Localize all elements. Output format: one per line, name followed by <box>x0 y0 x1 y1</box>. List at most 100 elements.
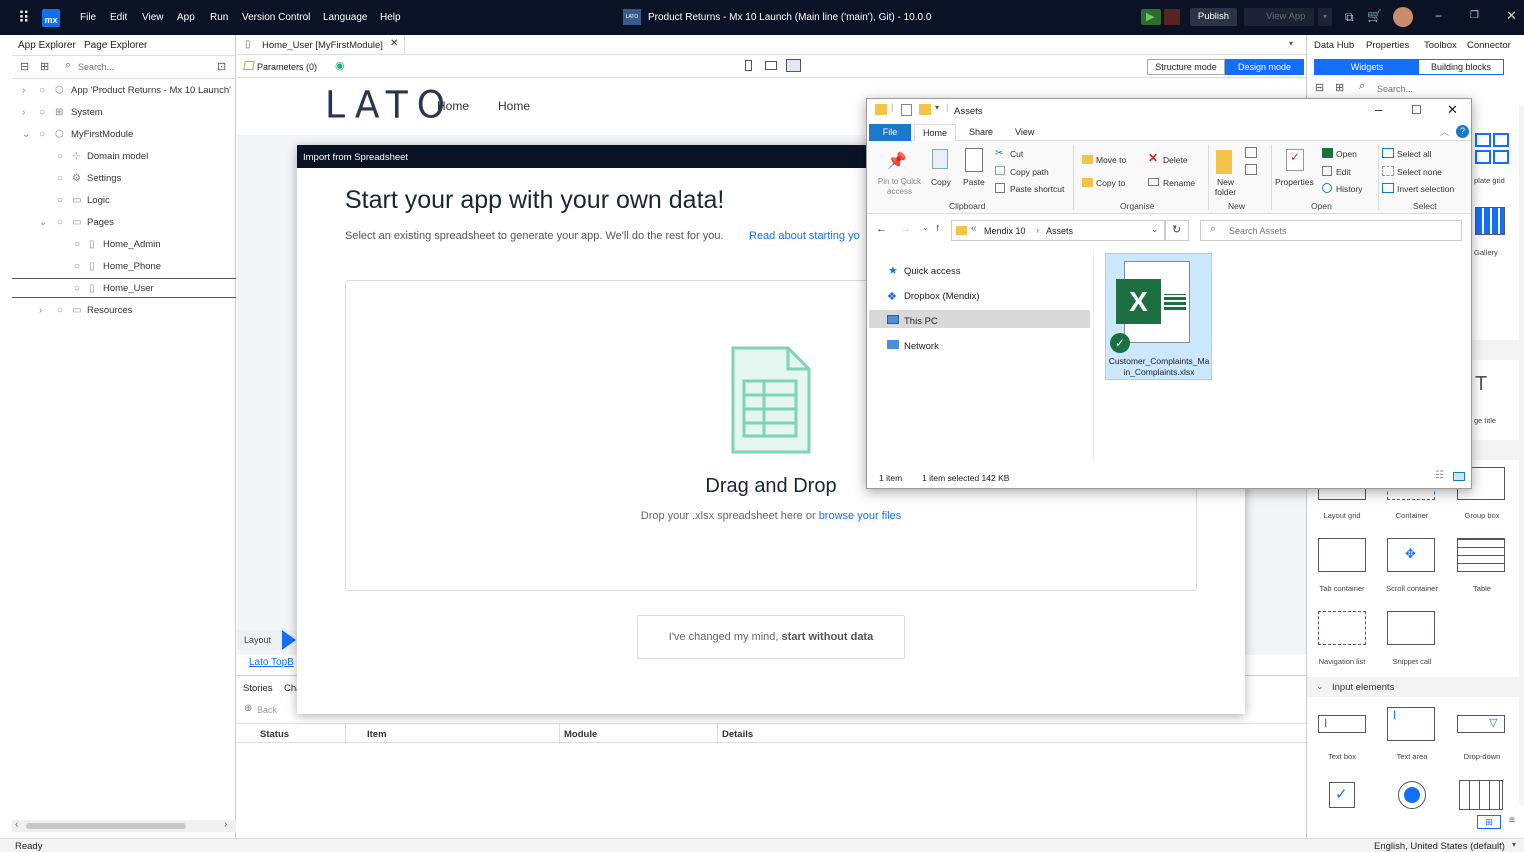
menu-help[interactable]: Help <box>380 12 401 23</box>
col-module[interactable]: Module <box>564 729 597 740</box>
col-item[interactable]: Item <box>367 729 387 740</box>
tab-container-icon[interactable] <box>1318 538 1366 572</box>
up-arrow-icon[interactable]: ↑ <box>935 222 941 234</box>
feedback-icon[interactable]: ⧉ <box>1345 10 1354 25</box>
template-grid-icon[interactable] <box>1475 133 1491 147</box>
address-dropdown-icon[interactable]: ⌄ <box>1151 224 1159 235</box>
copy-to-button[interactable]: Copy to <box>1096 178 1125 188</box>
tab-data-hub[interactable]: Data Hub <box>1314 40 1354 51</box>
maximize-icon[interactable]: ☐ <box>1411 103 1422 117</box>
copy-path-button[interactable]: Copy path <box>1010 167 1049 177</box>
large-icons-view-icon[interactable] <box>1453 472 1465 481</box>
eye-icon[interactable]: ◉ <box>335 59 345 72</box>
close-icon[interactable]: ✕ <box>1447 102 1458 118</box>
language-dropdown-icon[interactable]: ▾ <box>1512 840 1516 849</box>
menu-run[interactable]: Run <box>210 12 228 23</box>
restore-icon[interactable]: ❐ <box>1470 10 1479 21</box>
template-grid-icon[interactable] <box>1493 150 1509 164</box>
properties-button[interactable]: Properties <box>1275 177 1314 187</box>
tab-widgets[interactable]: Widgets <box>1315 60 1419 74</box>
run-button[interactable]: ▶ <box>1141 9 1161 25</box>
view-app-dropdown-icon[interactable]: ▾ <box>1318 8 1332 26</box>
help-icon[interactable]: ? <box>1456 125 1469 138</box>
back-button[interactable]: Back <box>257 705 277 715</box>
properties-qa-icon[interactable] <box>901 104 912 116</box>
expand-all-icon[interactable]: ⊞ <box>40 60 49 73</box>
search-assets-box[interactable]: ⌕ <box>1200 220 1462 241</box>
read-more-link[interactable]: Read about starting yo <box>749 230 860 242</box>
avatar[interactable] <box>1393 7 1413 27</box>
horizontal-scrollbar[interactable]: ‹ › <box>12 819 236 832</box>
layout-link[interactable]: Lato TopB <box>249 657 294 668</box>
col-details[interactable]: Details <box>722 729 753 740</box>
text-box-icon[interactable]: I <box>1318 715 1366 733</box>
parameters-button[interactable]: Parameters (0) <box>257 62 317 72</box>
cut-button[interactable]: Cut <box>1010 149 1023 159</box>
col-status[interactable]: Status <box>260 729 289 740</box>
browse-files-link[interactable]: browse your files <box>819 510 902 522</box>
tab-building-blocks[interactable]: Building blocks <box>1419 60 1503 74</box>
minimize-icon[interactable]: − <box>1435 9 1442 23</box>
history-button[interactable]: History <box>1336 184 1362 194</box>
close-tab-icon[interactable]: ✕ <box>390 38 398 49</box>
menu-view[interactable]: View <box>142 12 164 23</box>
menu-language[interactable]: Language <box>323 12 368 23</box>
copy-button[interactable]: Copy <box>931 177 951 187</box>
tab-app-explorer[interactable]: App Explorer <box>18 40 76 51</box>
template-grid-icon[interactable] <box>1493 133 1509 147</box>
pin-to-quick-access-button[interactable]: Pin to Quick access <box>872 177 927 197</box>
menu-version-control[interactable]: Version Control <box>242 12 310 23</box>
table-icon[interactable] <box>1457 538 1505 572</box>
navigation-list-icon[interactable] <box>1318 611 1366 645</box>
list-view-icon[interactable]: ≡ <box>1509 815 1515 826</box>
collapse-all-icon[interactable]: ⊟ <box>20 60 29 73</box>
nav-home-1[interactable]: Home <box>437 99 469 113</box>
nav-home-2[interactable]: Home <box>498 99 530 113</box>
close-icon[interactable]: ✕ <box>1506 8 1517 24</box>
nav-dropbox[interactable]: Dropbox (Mendix) <box>904 291 980 302</box>
refresh-button[interactable]: ↻ <box>1165 220 1189 241</box>
scrollbar-thumb[interactable] <box>26 823 186 829</box>
recent-dropdown-icon[interactable]: ⌄ <box>922 223 929 232</box>
ribbon-tab-share[interactable]: Share <box>969 127 993 137</box>
phone-view-icon[interactable] <box>745 60 752 71</box>
menu-file[interactable]: File <box>80 12 96 23</box>
open-button[interactable]: Open <box>1336 149 1357 159</box>
file-item-selected[interactable]: X ✓ Customer_Complaints_Main_Complaints.… <box>1105 253 1212 380</box>
expand-all-icon[interactable]: ⊞ <box>1335 81 1344 94</box>
rename-button[interactable]: Rename <box>1163 178 1195 188</box>
tab-connector[interactable]: Connector <box>1467 40 1511 51</box>
filter-icon[interactable]: ⊡ <box>217 60 226 73</box>
checkbox-icon[interactable]: ✓ <box>1329 782 1355 808</box>
forward-arrow-icon[interactable]: → <box>900 223 911 235</box>
delete-button[interactable]: Delete <box>1163 155 1188 165</box>
ribbon-tab-file[interactable]: File <box>869 124 911 141</box>
tab-home-user[interactable]: ▯ Home_User [MyFirstModule] ✕ <box>237 35 405 55</box>
scroll-right-icon[interactable]: › <box>224 819 227 830</box>
ribbon-tab-view[interactable]: View <box>1015 127 1034 137</box>
search-assets-input[interactable] <box>1229 224 1449 238</box>
explorer-search-input[interactable] <box>78 60 208 74</box>
easy-access-icon[interactable] <box>1245 164 1257 175</box>
menu-edit[interactable]: Edit <box>110 12 127 23</box>
language-selector[interactable]: English, United States (default) <box>1374 841 1505 852</box>
qa-dropdown-icon[interactable]: ▾ <box>935 103 939 112</box>
scroll-left-icon[interactable]: ‹ <box>15 819 18 830</box>
paste-button[interactable]: Paste <box>963 177 985 187</box>
minimize-icon[interactable]: – <box>1375 102 1382 117</box>
nav-this-pc[interactable]: This PC <box>904 316 938 327</box>
start-without-data-button[interactable]: I've changed my mind, start without data <box>637 615 905 659</box>
ribbon-tab-home[interactable]: Home <box>914 124 956 142</box>
collapse-all-icon[interactable]: ⊟ <box>1315 81 1324 94</box>
marketplace-icon[interactable]: 🛒 <box>1367 9 1382 23</box>
app-grid-icon[interactable]: ⠿ <box>18 8 30 28</box>
new-item-icon[interactable] <box>1245 147 1257 158</box>
template-grid-icon[interactable] <box>1475 150 1491 164</box>
collapse-ribbon-icon[interactable]: ︿ <box>1440 125 1449 138</box>
paste-shortcut-button[interactable]: Paste shortcut <box>1010 184 1064 194</box>
invert-selection-button[interactable]: Invert selection <box>1397 184 1454 194</box>
date-picker-icon[interactable] <box>1459 780 1503 810</box>
structure-mode-button[interactable]: Structure mode <box>1147 59 1225 75</box>
tab-page-explorer[interactable]: Page Explorer <box>84 40 147 51</box>
drop-down-icon[interactable]: ▽ <box>1457 715 1505 733</box>
